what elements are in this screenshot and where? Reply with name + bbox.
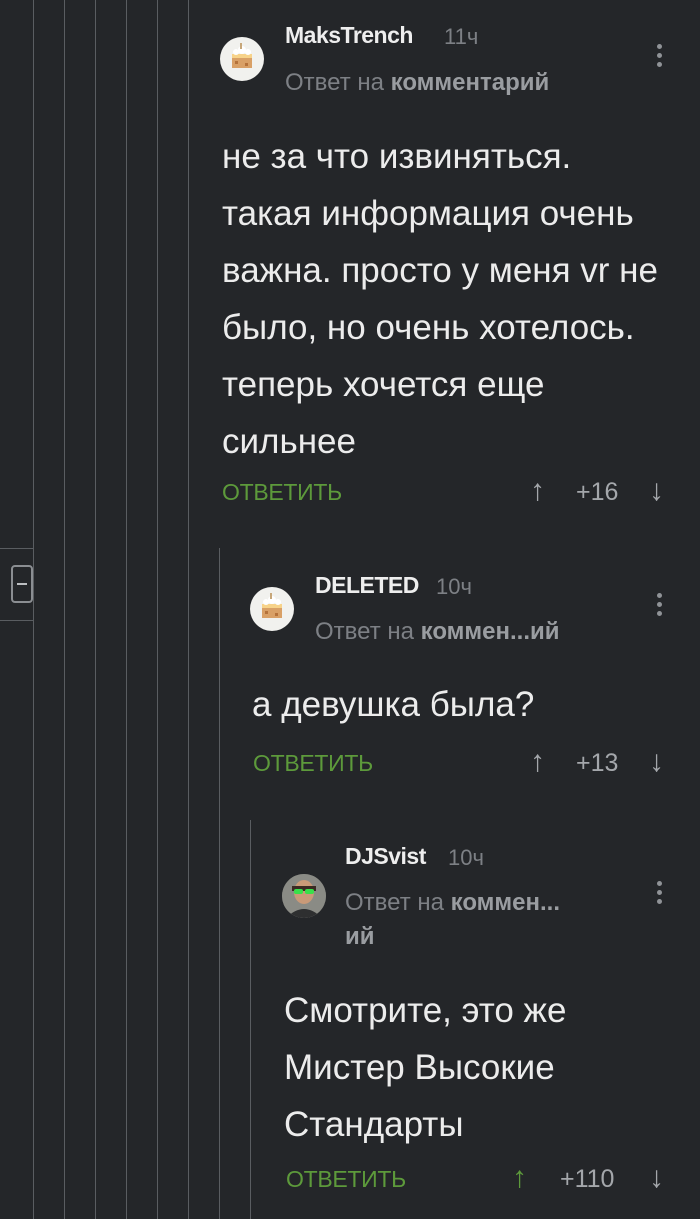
reply-to-link[interactable]: Ответ на коммен...ий [315, 615, 560, 649]
reply-prefix: Ответ на [315, 618, 414, 645]
thread-line [126, 0, 127, 1219]
thread-line [33, 0, 34, 1219]
man-with-green-glasses-avatar[interactable] [282, 874, 326, 918]
reply-to-link[interactable]: Ответ на комментарий [285, 66, 549, 100]
downvote-icon[interactable]: ↓ [649, 476, 664, 506]
comment-text: а девушка была? [252, 685, 535, 724]
reply-button[interactable]: ОТВЕТИТЬ [286, 1166, 406, 1193]
reply-prefix: Ответ на [285, 69, 384, 96]
thread-line [219, 548, 220, 1219]
username[interactable]: MaksTrench [285, 22, 413, 49]
reply-target: коммен...ий [420, 618, 560, 645]
collapse-thread-button[interactable] [11, 565, 33, 603]
reply-target: коммен... [450, 889, 561, 916]
thread-guide [0, 548, 34, 549]
reply-button[interactable]: ОТВЕТИТЬ [253, 750, 373, 777]
rating-count: +13 [576, 749, 619, 777]
more-options-icon[interactable] [657, 44, 663, 71]
comment-time: 11ч [444, 24, 479, 49]
thread-line [95, 0, 96, 1219]
reply-button[interactable]: ОТВЕТИТЬ [222, 479, 342, 506]
rating-count: +110 [560, 1165, 615, 1193]
downvote-icon[interactable]: ↓ [649, 1163, 664, 1193]
cake-icon [262, 593, 282, 618]
username[interactable]: DELETED [315, 572, 419, 599]
more-options-icon[interactable] [657, 881, 663, 908]
thread-line [157, 0, 158, 1219]
reply-target-continued: ий [345, 923, 375, 950]
upvote-icon[interactable]: ↑ [512, 1163, 527, 1193]
thread-line [188, 0, 189, 1219]
comment-text: Смотрите, это же Мистер Высокие Стандарт… [284, 991, 567, 1144]
username[interactable]: DJSvist [345, 843, 426, 870]
more-options-icon[interactable] [657, 593, 663, 620]
person-icon [282, 874, 326, 918]
comment-text: не за что извиняться. такая информация о… [222, 137, 658, 461]
upvote-icon[interactable]: ↑ [530, 476, 545, 506]
thread-line [64, 0, 65, 1219]
comment-time: 10ч [436, 574, 472, 599]
downvote-icon[interactable]: ↓ [649, 747, 664, 777]
rating-count: +16 [576, 478, 619, 506]
cake-avatar[interactable] [220, 37, 264, 81]
reply-to-link[interactable]: Ответ на коммен... ий [345, 886, 615, 954]
thread-line [250, 820, 251, 1219]
cake-avatar[interactable] [250, 587, 294, 631]
reply-target: комментарий [390, 69, 550, 96]
cake-icon [232, 43, 252, 68]
thread-guide [0, 620, 34, 621]
upvote-icon[interactable]: ↑ [530, 747, 545, 777]
reply-prefix: Ответ на [345, 889, 444, 916]
comment-time: 10ч [448, 845, 484, 870]
